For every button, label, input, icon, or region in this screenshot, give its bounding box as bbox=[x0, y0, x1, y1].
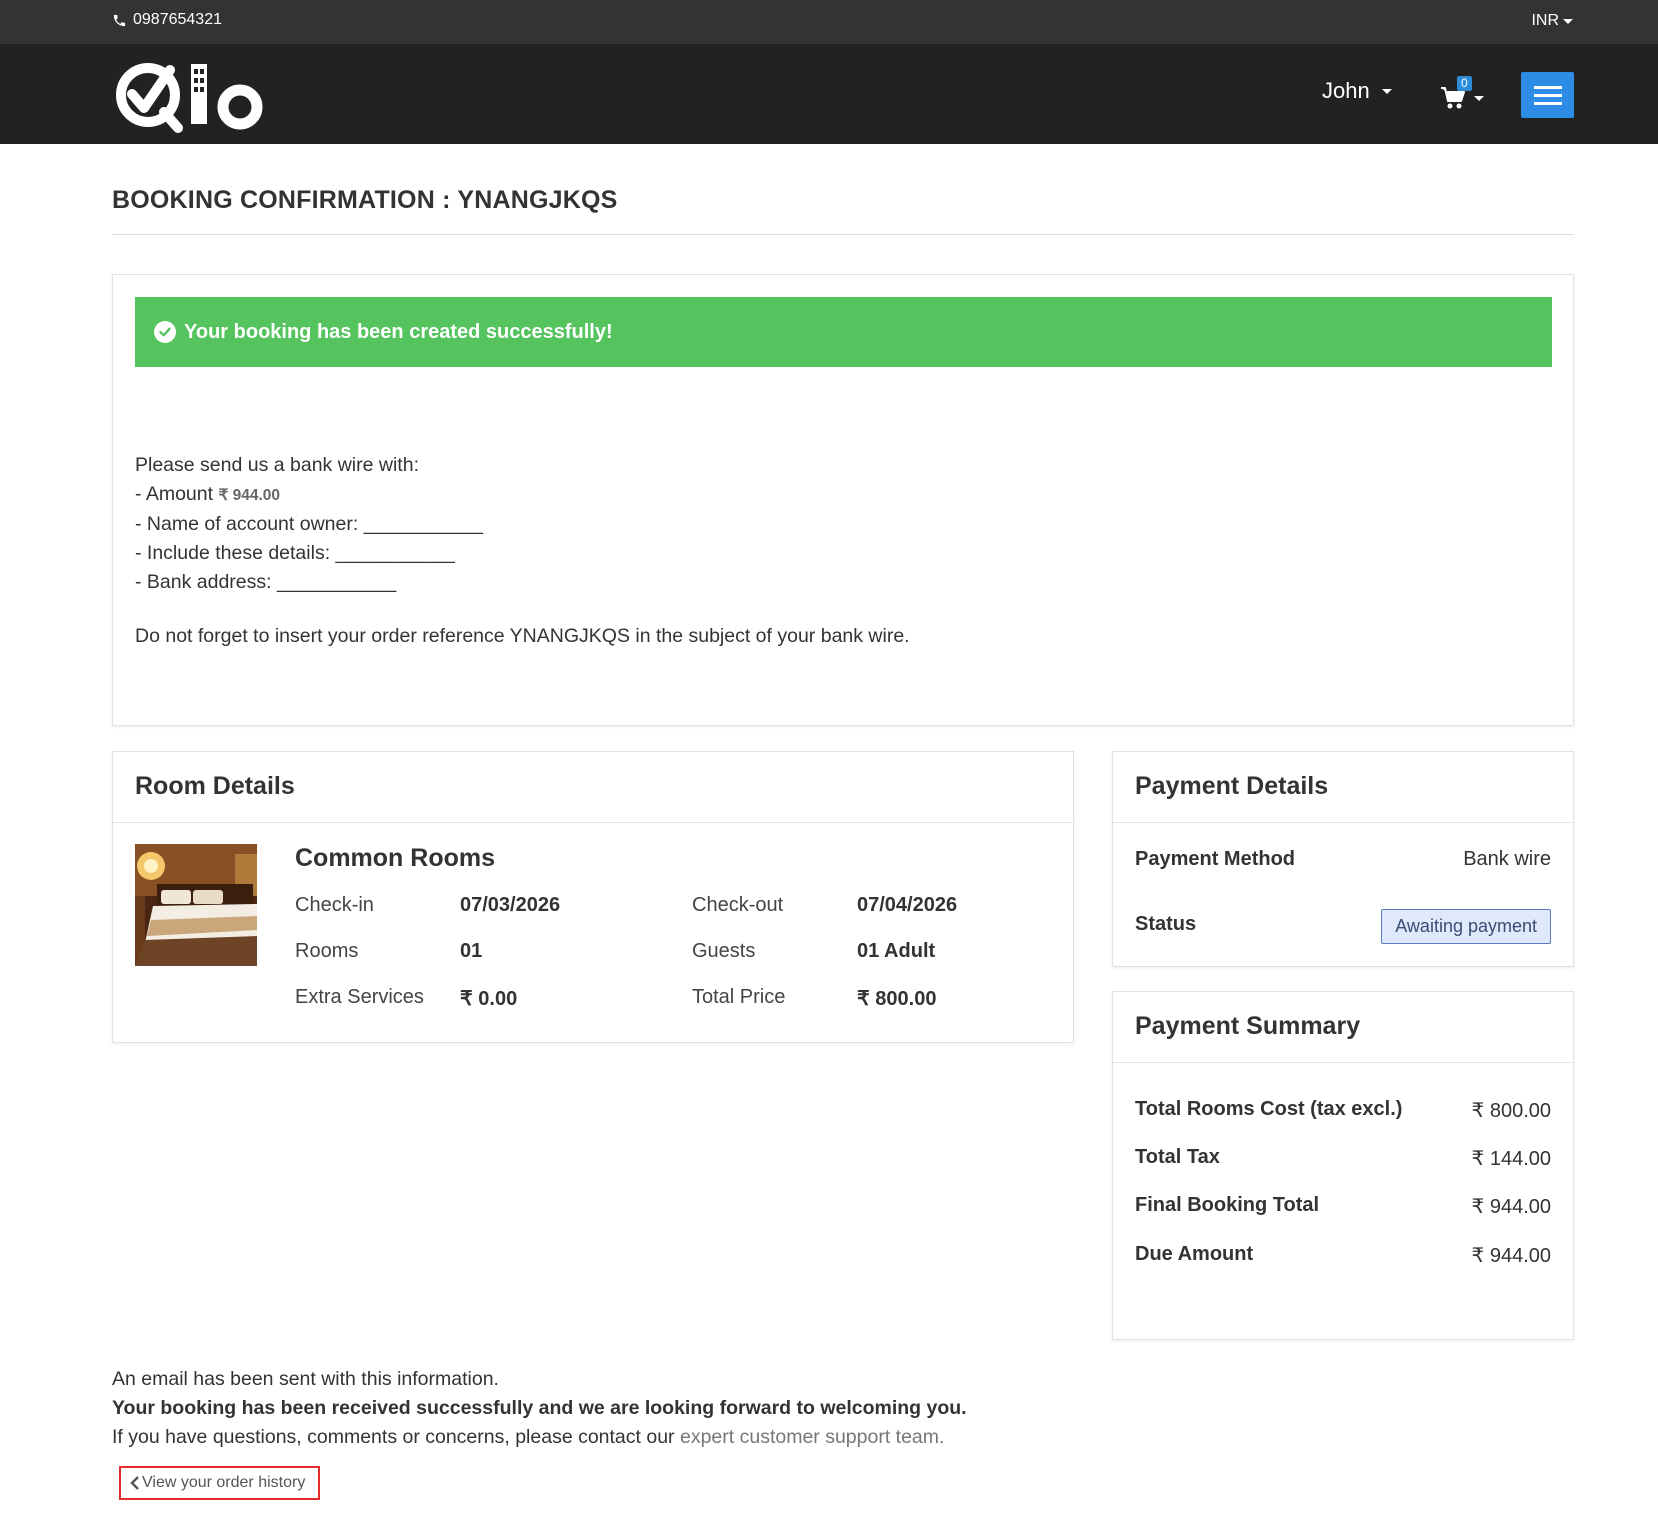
rooms-label: Rooms bbox=[295, 940, 359, 962]
hamburger-icon-line bbox=[1533, 101, 1562, 105]
user-name: John bbox=[1322, 78, 1370, 103]
extra-services-value: ₹ 0.00 bbox=[460, 988, 518, 1010]
order-reference-note: Do not forget to insert your order refer… bbox=[135, 625, 910, 647]
divider bbox=[1113, 1062, 1573, 1063]
summary-row-value: ₹ 944.00 bbox=[1471, 1245, 1551, 1267]
hamburger-menu-button[interactable] bbox=[1521, 72, 1574, 118]
total-price-value: ₹ 800.00 bbox=[857, 988, 937, 1010]
wire-owner-line: - Name of account owner: ___________ bbox=[135, 513, 483, 535]
title-divider bbox=[112, 234, 1574, 235]
summary-row-value: ₹ 800.00 bbox=[1471, 1100, 1551, 1122]
checkin-label: Check-in bbox=[295, 894, 374, 916]
support-team-link[interactable]: expert customer support team. bbox=[680, 1426, 944, 1448]
contact-support-text: If you have questions, comments or conce… bbox=[112, 1426, 675, 1448]
wire-amount-line: - Amount ₹ 944.00 bbox=[135, 480, 483, 510]
divider bbox=[113, 822, 1073, 823]
payment-summary-panel: Payment Summary Total Rooms Cost (tax ex… bbox=[1112, 991, 1574, 1340]
email-sent-note: An email has been sent with this informa… bbox=[112, 1368, 499, 1390]
wire-amount-label: - Amount bbox=[135, 483, 214, 505]
hamburger-icon bbox=[1533, 85, 1562, 89]
room-name: Common Rooms bbox=[295, 844, 495, 872]
summary-row-label: Final Booking Total bbox=[1135, 1194, 1320, 1216]
currency-selector[interactable]: INR bbox=[1531, 12, 1573, 30]
extra-services-label: Extra Services bbox=[295, 986, 424, 1008]
caret-down-icon bbox=[1563, 18, 1573, 24]
summary-row-value: ₹ 944.00 bbox=[1471, 1196, 1551, 1218]
bank-wire-instructions: Please send us a bank wire with: - Amoun… bbox=[135, 451, 483, 597]
cart-button[interactable]: 0 bbox=[1440, 76, 1488, 112]
top-bar: 0987654321 INR bbox=[0, 0, 1658, 44]
check-circle-icon bbox=[154, 321, 176, 343]
cart-count-badge: 0 bbox=[1457, 76, 1472, 91]
contact-support-note: If you have questions, comments or conce… bbox=[112, 1426, 944, 1449]
rooms-value: 01 bbox=[460, 940, 483, 962]
main-navbar: John 0 bbox=[0, 44, 1658, 144]
wire-intro: Please send us a bank wire with: bbox=[135, 454, 419, 476]
checkout-value: 07/04/2026 bbox=[857, 894, 958, 916]
order-history-button[interactable]: View your order history bbox=[119, 1466, 320, 1500]
checkin-value: 07/03/2026 bbox=[460, 894, 561, 916]
wire-bank-line: - Bank address: ___________ bbox=[135, 571, 397, 593]
payment-details-heading: Payment Details bbox=[1135, 772, 1329, 800]
success-alert: Your booking has been created successful… bbox=[135, 297, 1552, 367]
payment-summary-heading: Payment Summary bbox=[1135, 1012, 1361, 1040]
phone-contact: 0987654321 bbox=[112, 11, 222, 29]
phone-icon bbox=[113, 14, 126, 26]
checkout-label: Check-out bbox=[692, 894, 784, 916]
payment-method-label: Payment Method bbox=[1135, 848, 1296, 870]
summary-row-label: Due Amount bbox=[1135, 1243, 1254, 1265]
order-history-label: View your order history bbox=[142, 1474, 306, 1491]
user-menu[interactable]: John bbox=[1322, 78, 1392, 104]
success-message: Your booking has been created successful… bbox=[184, 320, 613, 343]
guests-label: Guests bbox=[692, 940, 756, 962]
qlo-logo[interactable] bbox=[112, 56, 267, 134]
status-badge: Awaiting payment bbox=[1381, 909, 1551, 944]
wire-amount-value: ₹ 944.00 bbox=[218, 487, 281, 504]
guests-value: 01 Adult bbox=[857, 940, 936, 962]
caret-down-icon bbox=[1474, 96, 1484, 101]
page-title: BOOKING CONFIRMATION : YNANGJKQS bbox=[112, 186, 618, 214]
room-image[interactable] bbox=[135, 844, 257, 966]
divider bbox=[1113, 822, 1573, 823]
payment-method-value: Bank wire bbox=[1463, 848, 1551, 870]
phone-number: 0987654321 bbox=[133, 11, 222, 28]
room-details-heading: Room Details bbox=[135, 772, 295, 800]
wire-details-line: - Include these details: ___________ bbox=[135, 542, 455, 564]
status-label: Status bbox=[1135, 913, 1197, 935]
summary-row-value: ₹ 144.00 bbox=[1471, 1148, 1551, 1170]
summary-row-label: Total Rooms Cost (tax excl.) bbox=[1135, 1098, 1403, 1120]
booking-received-note: Your booking has been received successfu… bbox=[112, 1397, 967, 1419]
room-details-panel: Room Details Common Rooms Check-in 07/03… bbox=[112, 751, 1074, 1043]
summary-row-label: Total Tax bbox=[1135, 1146, 1220, 1168]
total-price-label: Total Price bbox=[692, 986, 786, 1008]
chevron-left-icon bbox=[130, 1476, 139, 1490]
caret-down-icon bbox=[1381, 88, 1392, 94]
payment-details-panel: Payment Details Payment Method Bank wire… bbox=[1112, 751, 1574, 967]
hamburger-icon-line bbox=[1533, 93, 1562, 97]
confirmation-panel: Your booking has been created successful… bbox=[112, 274, 1574, 726]
currency-label: INR bbox=[1531, 12, 1559, 29]
